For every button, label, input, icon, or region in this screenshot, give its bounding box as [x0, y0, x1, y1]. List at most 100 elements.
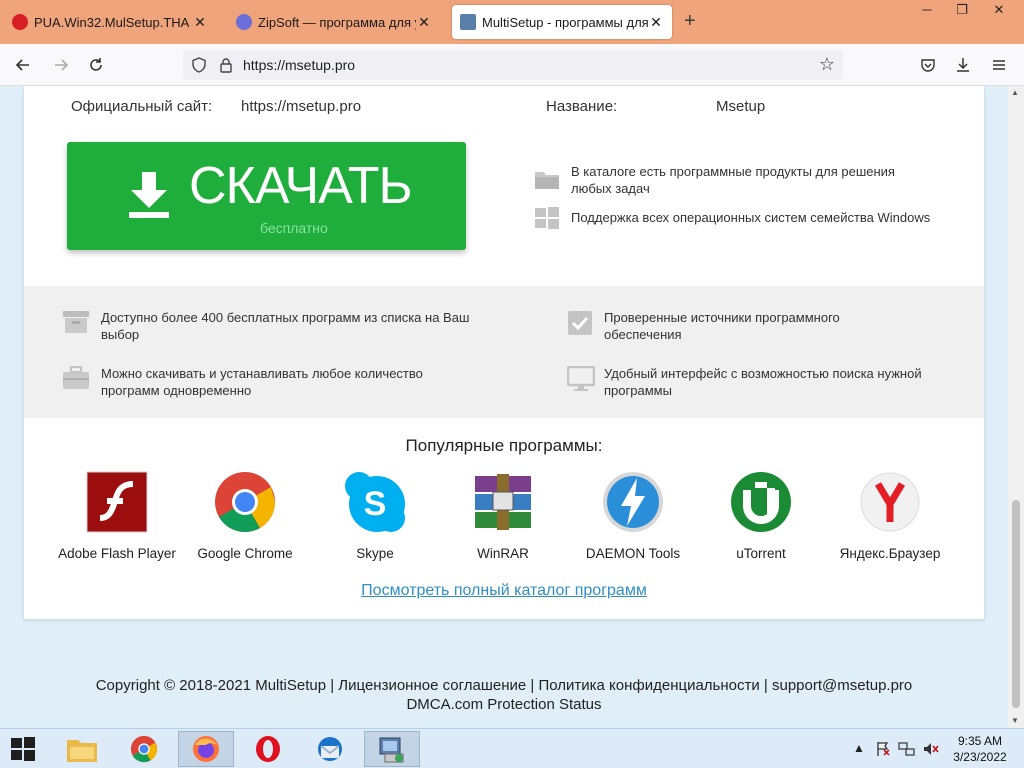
- folder-icon: [535, 172, 559, 189]
- close-tab-icon[interactable]: ✕: [192, 14, 208, 31]
- taskbar-firefox[interactable]: [178, 731, 234, 767]
- taskbar-installer[interactable]: [364, 731, 420, 767]
- download-label: СКАЧАТЬ: [189, 157, 413, 215]
- taskbar-opera[interactable]: [240, 731, 296, 767]
- tab-multisetup[interactable]: MultiSetup - программы для к ✕: [452, 5, 672, 39]
- app-label: Skype: [356, 546, 394, 561]
- opera-icon: [256, 736, 280, 762]
- footer: Copyright © 2018-2021 MultiSetup | Лицен…: [0, 676, 1008, 714]
- app-daemon-tools[interactable]: DAEMON Tools: [568, 470, 698, 561]
- forward-button[interactable]: [50, 54, 72, 76]
- system-clock[interactable]: 9:35 AM 3/23/2022: [948, 733, 1012, 765]
- download-button[interactable]: СКАЧАТЬ бесплатно: [67, 142, 466, 250]
- archive-box-icon: [63, 311, 89, 333]
- daemon-tools-icon: [601, 470, 665, 534]
- firefox-icon: [193, 736, 219, 762]
- minimize-button[interactable]: ─: [910, 0, 944, 22]
- full-catalog-link[interactable]: Посмотреть полный каталог программ: [24, 582, 984, 600]
- tab-title: PUA.Win32.MulSetup.THA - Th: [34, 14, 192, 30]
- action-center-flag-icon[interactable]: [875, 741, 891, 757]
- taskbar-chrome[interactable]: [116, 731, 172, 767]
- program-name-label: Название:: [546, 98, 618, 115]
- tab-pua[interactable]: PUA.Win32.MulSetup.THA - Th ✕: [4, 5, 216, 39]
- back-button[interactable]: [12, 54, 34, 76]
- menu-button[interactable]: [988, 54, 1010, 76]
- skype-icon: S: [343, 470, 407, 534]
- tab-title: MultiSetup - программы для к: [482, 14, 648, 30]
- feature-400-programs: Доступно более 400 бесплатных программ и…: [101, 310, 470, 342]
- downloads-button[interactable]: [952, 54, 974, 76]
- tracking-protection-shield-icon: [192, 57, 206, 73]
- taskbar-thunderbird[interactable]: [302, 731, 358, 767]
- app-google-chrome[interactable]: Google Chrome: [180, 470, 310, 561]
- yandex-icon: [858, 470, 922, 534]
- feature-windows-support: Поддержка всех операционных систем семей…: [571, 210, 931, 225]
- reload-button[interactable]: [85, 54, 107, 76]
- toolbox-icon: [63, 366, 89, 389]
- close-window-button[interactable]: ✕: [982, 0, 1016, 22]
- official-site-value[interactable]: https://msetup.pro: [241, 98, 361, 115]
- feature-verified-sources: Проверенные источники программного обесп…: [604, 310, 840, 342]
- maximize-button[interactable]: ❐: [945, 0, 979, 22]
- feature-catalog: В каталоге есть программные продукты для…: [571, 164, 895, 196]
- file-explorer-icon: [67, 740, 97, 762]
- navigation-bar: https://msetup.pro ☆: [0, 44, 1024, 86]
- chrome-icon: [213, 470, 277, 534]
- checkbox-checked-icon: [568, 311, 592, 335]
- pocket-button[interactable]: [917, 54, 939, 76]
- program-name-value: Msetup: [716, 98, 766, 115]
- monitor-icon: [567, 366, 595, 391]
- app-label: DAEMON Tools: [585, 546, 681, 561]
- scroll-down-arrow-icon[interactable]: ▼: [1011, 716, 1019, 725]
- clock-date: 3/23/2022: [953, 750, 1007, 764]
- close-tab-icon[interactable]: ✕: [648, 14, 664, 31]
- pocket-icon: [921, 59, 935, 72]
- popular-programs-title: Популярные программы:: [405, 436, 603, 455]
- bookmark-star-icon[interactable]: ☆: [819, 54, 835, 75]
- windows-start-icon: [11, 737, 35, 761]
- scroll-up-arrow-icon[interactable]: ▲: [1011, 88, 1019, 97]
- hamburger-menu-icon: [993, 60, 1005, 70]
- scrollbar-thumb[interactable]: [1012, 500, 1020, 708]
- start-button[interactable]: [0, 731, 46, 767]
- thunderbird-icon: [318, 737, 342, 761]
- network-icon[interactable]: [898, 741, 916, 757]
- clock-time: 9:35 AM: [957, 734, 1003, 748]
- tab-zipsoft[interactable]: ZipSoft — программа для уста ✕: [228, 5, 440, 39]
- close-tab-icon[interactable]: ✕: [416, 14, 432, 31]
- back-arrow-icon: [15, 59, 29, 71]
- tab-title: ZipSoft — программа для уста: [258, 14, 416, 30]
- app-yandex-browser[interactable]: Яндекс.Браузер: [825, 470, 955, 561]
- zipsoft-icon: [236, 14, 252, 30]
- feature-search-interface: Удобный интерфейс с возможностью поиска …: [604, 366, 922, 398]
- app-skype[interactable]: S Skype: [310, 470, 440, 561]
- vertical-scrollbar[interactable]: ▲ ▼: [1008, 86, 1024, 728]
- winrar-icon: [471, 470, 535, 534]
- download-icon: [957, 58, 969, 72]
- app-label: Adobe Flash Player: [58, 546, 176, 561]
- main-card: Официальный сайт: https://msetup.pro Наз…: [24, 86, 984, 619]
- taskbar-file-explorer[interactable]: [54, 731, 110, 767]
- app-winrar[interactable]: WinRAR: [438, 470, 568, 561]
- app-label: uTorrent: [736, 546, 786, 561]
- address-bar[interactable]: https://msetup.pro ☆: [183, 50, 843, 80]
- app-adobe-flash[interactable]: Adobe Flash Player: [52, 470, 182, 561]
- feature-batch-install: Можно скачивать и устанавливать любое ко…: [101, 366, 423, 398]
- app-utorrent[interactable]: uTorrent: [696, 470, 826, 561]
- trendmicro-icon: [12, 14, 28, 30]
- app-label: WinRAR: [477, 546, 529, 561]
- svg-text:S: S: [364, 485, 387, 523]
- multisetup-favicon: [460, 14, 476, 30]
- tab-bar: PUA.Win32.MulSetup.THA - Th ✕ ZipSoft — …: [0, 0, 1024, 44]
- chrome-icon: [130, 735, 158, 763]
- new-tab-button[interactable]: +: [684, 10, 696, 33]
- app-label: Яндекс.Браузер: [839, 546, 941, 561]
- url-text[interactable]: https://msetup.pro: [243, 57, 355, 73]
- page-content: Официальный сайт: https://msetup.pro Наз…: [0, 86, 1008, 728]
- taskbar: ▲ 9:35 AM 3/23/2022: [0, 728, 1024, 768]
- footer-dmca[interactable]: DMCA.com Protection Status: [0, 695, 1008, 714]
- reload-icon: [90, 58, 102, 71]
- volume-muted-icon[interactable]: [922, 741, 940, 757]
- utorrent-icon: [729, 470, 793, 534]
- show-hidden-icons-button[interactable]: ▲: [853, 741, 865, 755]
